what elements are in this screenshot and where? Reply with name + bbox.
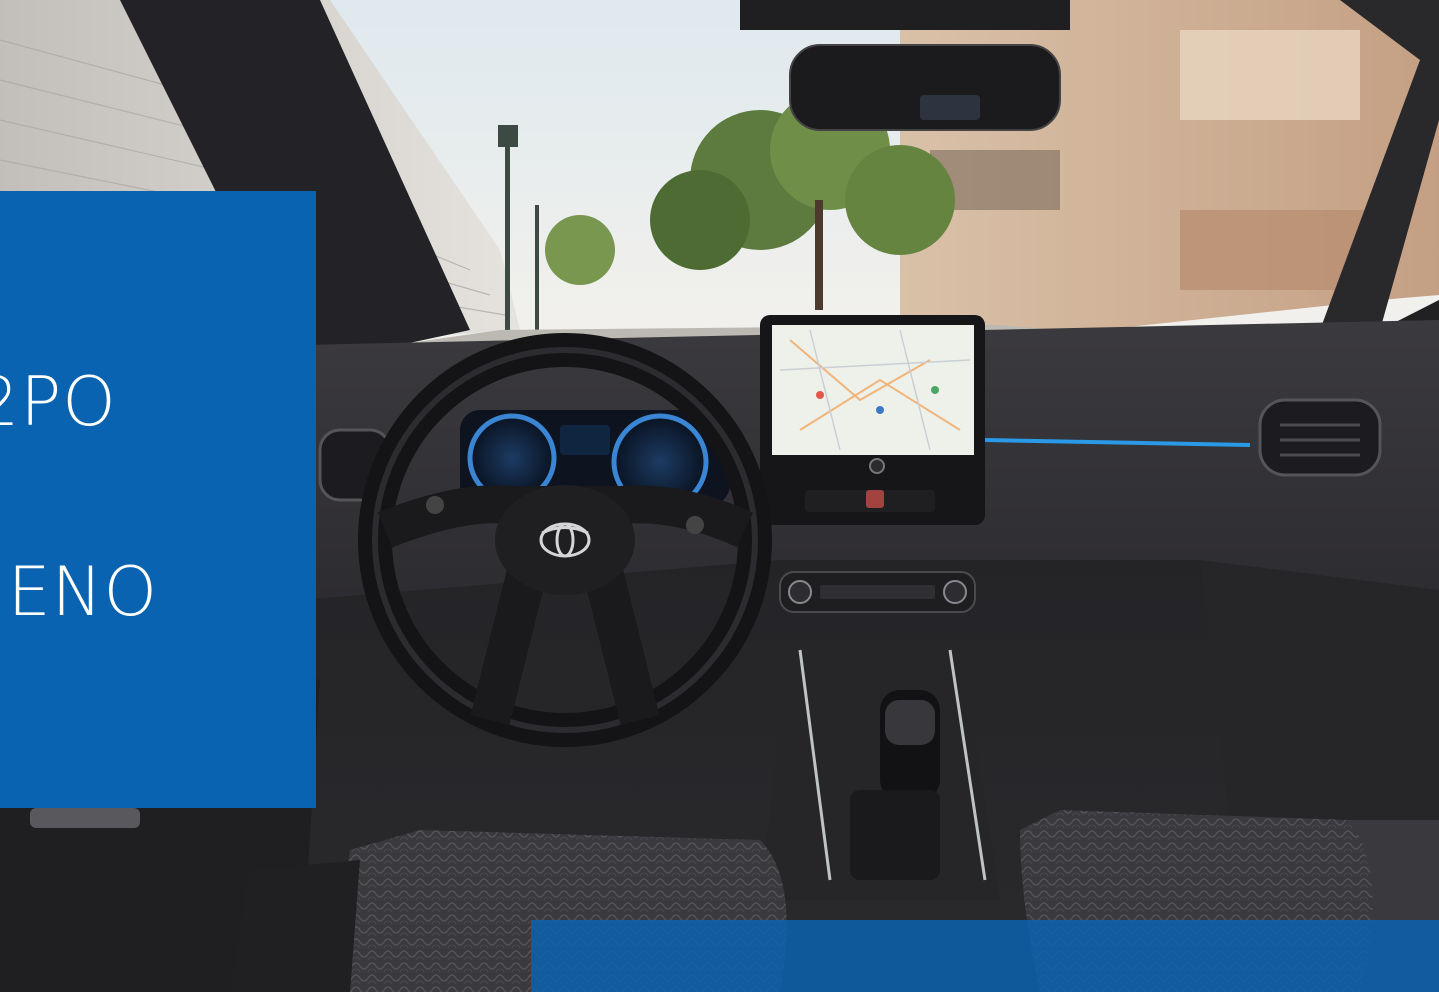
bottom-overlay-panel [531,920,1439,992]
headline-panel: 2PO MENO [0,191,316,808]
headline-line-2: MENO [0,553,159,632]
headline-line-1: 2PO [0,363,117,442]
